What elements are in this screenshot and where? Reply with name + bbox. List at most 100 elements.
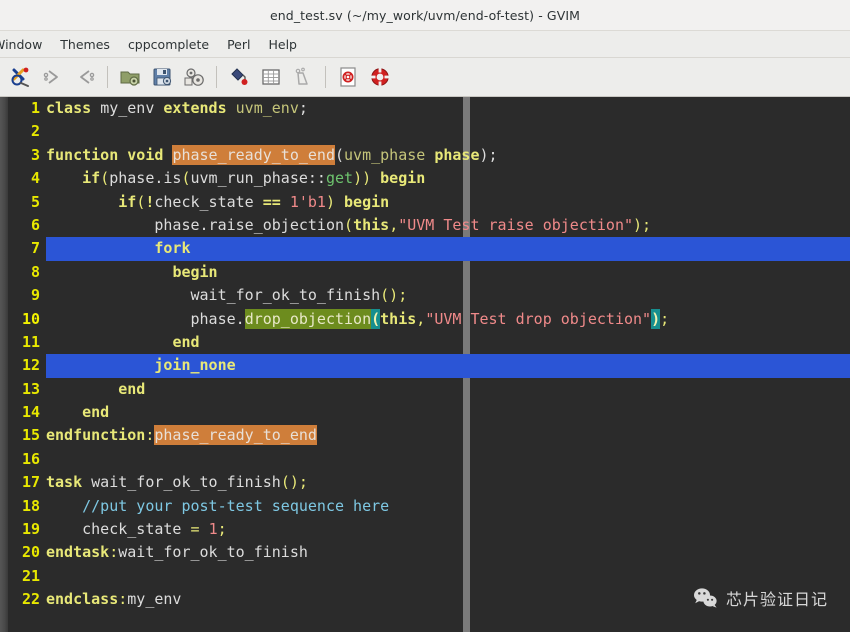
code-token: //put your post-test sequence here bbox=[82, 496, 390, 515]
open-folder-icon[interactable] bbox=[115, 62, 145, 92]
code-token: begin bbox=[380, 169, 426, 188]
editor-left-edge bbox=[0, 97, 8, 632]
line-text[interactable]: join_none bbox=[40, 354, 850, 377]
code-token: uvm_env bbox=[235, 99, 299, 117]
code-line[interactable]: 16 bbox=[0, 448, 850, 471]
line-text[interactable]: endfunction:phase_ready_to_end bbox=[40, 424, 850, 447]
code-line[interactable]: 3 function void phase_ready_to_end(uvm_ph… bbox=[0, 144, 850, 167]
code-token: my_env bbox=[127, 590, 182, 609]
code-line[interactable]: 21 bbox=[0, 565, 850, 588]
help-page-icon[interactable] bbox=[333, 62, 363, 92]
code-line[interactable]: 9 wait_for_ok_to_finish(); bbox=[0, 284, 850, 307]
code-line[interactable]: 15 endfunction:phase_ready_to_end bbox=[0, 424, 850, 447]
code-line[interactable]: 6 phase.raise_objection(this,"UVM Test r… bbox=[0, 214, 850, 237]
code-line[interactable]: 8 begin bbox=[0, 261, 850, 284]
code-token: extends bbox=[163, 99, 227, 117]
wechat-icon bbox=[693, 588, 717, 608]
line-text[interactable]: if(phase.is(uvm_run_phase::get)) begin bbox=[40, 167, 850, 190]
line-text[interactable]: function void phase_ready_to_end(uvm_pha… bbox=[40, 144, 850, 167]
code-token: my_env bbox=[100, 99, 155, 117]
code-line[interactable]: 20 endtask:wait_for_ok_to_finish bbox=[0, 541, 850, 564]
code-token: ( bbox=[100, 169, 110, 188]
line-text[interactable]: endtask:wait_for_ok_to_finish bbox=[40, 541, 850, 564]
code-token: = bbox=[190, 520, 200, 539]
menu-item-window[interactable]: Window bbox=[0, 34, 51, 55]
save-all-icon[interactable] bbox=[179, 62, 209, 92]
menu-item-help[interactable]: Help bbox=[259, 34, 306, 55]
menu-item-cppcomplete[interactable]: cppcomplete bbox=[119, 34, 218, 55]
menu-bar: Window Themes cppcomplete Perl Help bbox=[0, 31, 850, 58]
code-line[interactable]: 12 join_none bbox=[0, 354, 850, 378]
line-text[interactable]: check_state = 1; bbox=[40, 518, 850, 541]
code-line[interactable]: 7 fork bbox=[0, 237, 850, 261]
code-line[interactable]: 19 check_state = 1; bbox=[0, 518, 850, 541]
tag-icon[interactable] bbox=[288, 62, 318, 92]
window-title: end_test.sv (~/my_work/uvm/end-of-test) … bbox=[269, 7, 581, 23]
code-line[interactable]: 13 end bbox=[0, 378, 850, 401]
line-text[interactable]: wait_for_ok_to_finish(); bbox=[40, 284, 850, 307]
code-token: phase_ready_to_end bbox=[154, 425, 317, 446]
paint-bucket-icon[interactable] bbox=[224, 62, 254, 92]
code-line[interactable]: 18 //put your post-test sequence here bbox=[0, 495, 850, 518]
lifebuoy-icon[interactable] bbox=[365, 62, 395, 92]
code-line[interactable]: 2 bbox=[0, 120, 850, 143]
code-token: ; bbox=[660, 309, 670, 328]
line-text[interactable]: end bbox=[40, 401, 850, 424]
save-icon[interactable] bbox=[147, 62, 177, 92]
code-token: function bbox=[46, 145, 119, 164]
code-token: ) bbox=[651, 308, 661, 329]
code-line[interactable]: 4 if(phase.is(uvm_run_phase::get)) begin bbox=[0, 167, 850, 190]
code-line[interactable]: 5 if(!check_state == 1'b1) begin bbox=[0, 191, 850, 214]
line-text[interactable]: end bbox=[40, 331, 850, 354]
code-line[interactable]: 1 class my_env extends uvm_env; bbox=[0, 97, 850, 120]
code-token: , bbox=[389, 215, 399, 234]
code-line[interactable]: 14 end bbox=[0, 401, 850, 424]
code-token: begin bbox=[172, 262, 218, 281]
code-token: ) bbox=[325, 192, 335, 211]
line-text[interactable]: begin bbox=[40, 261, 850, 284]
line-text[interactable]: class my_env extends uvm_env; bbox=[40, 97, 850, 120]
toolbar bbox=[0, 58, 850, 97]
code-line[interactable]: 17 task wait_for_ok_to_finish(); bbox=[0, 471, 850, 494]
redo-icon[interactable] bbox=[38, 62, 68, 92]
code-lines[interactable]: 1 class my_env extends uvm_env; 2 3 function… bbox=[0, 97, 850, 632]
code-token: wait_for_ok_to_finish bbox=[190, 286, 381, 305]
line-text[interactable]: task wait_for_ok_to_finish(); bbox=[40, 471, 850, 494]
menu-item-perl[interactable]: Perl bbox=[218, 34, 259, 55]
code-token: begin bbox=[344, 192, 390, 211]
code-token: wait_for_ok_to_finish bbox=[118, 543, 308, 562]
code-token: uvm_run_phase:: bbox=[190, 169, 326, 188]
grid-table-icon[interactable] bbox=[256, 62, 286, 92]
gvim-logo-icon[interactable] bbox=[6, 62, 36, 92]
code-token: ); bbox=[633, 215, 652, 234]
code-token: 1 bbox=[208, 520, 218, 539]
code-token: (); bbox=[280, 473, 308, 492]
code-line[interactable]: 11 end bbox=[0, 331, 850, 354]
line-text[interactable]: if(!check_state == 1'b1) begin bbox=[40, 191, 850, 214]
code-token: this bbox=[353, 215, 390, 234]
line-text[interactable]: fork bbox=[40, 237, 850, 260]
line-text[interactable]: end bbox=[40, 378, 850, 401]
code-token: endfunction bbox=[46, 426, 146, 445]
toolbar-separator-3 bbox=[325, 66, 326, 88]
undo-icon[interactable] bbox=[70, 62, 100, 92]
code-token: phase. bbox=[190, 309, 245, 328]
menu-item-themes[interactable]: Themes bbox=[51, 34, 119, 55]
code-line[interactable]: 10 phase.drop_objection(this,"UVM Test d… bbox=[0, 308, 850, 331]
line-text[interactable]: //put your post-test sequence here bbox=[40, 495, 850, 518]
line-text[interactable]: phase.raise_objection(this,"UVM Test rai… bbox=[40, 214, 850, 237]
line-text[interactable]: phase.drop_objection(this,"UVM Test drop… bbox=[40, 308, 850, 331]
editor-area[interactable]: 1 class my_env extends uvm_env; 2 3 function… bbox=[0, 97, 850, 632]
